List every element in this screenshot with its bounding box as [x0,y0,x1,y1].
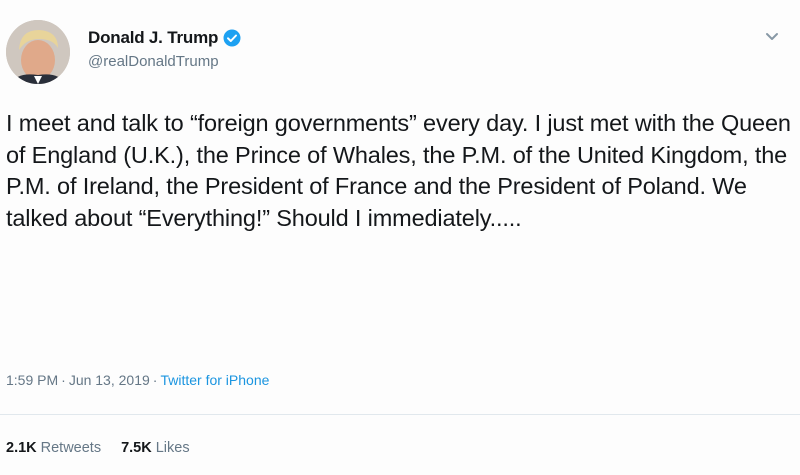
user-handle[interactable]: @realDonaldTrump [88,53,219,70]
likes-count: 7.5K [121,440,152,456]
tweet-card: Donald J. Trump @realDonaldTrump I meet … [0,0,800,475]
tweet-stats: 2.1K Retweets 7.5K Likes [6,440,210,456]
meta-separator: · [61,372,66,388]
verified-badge-icon [223,29,241,47]
likes-label: Likes [155,440,190,456]
retweets-count: 2.1K [6,440,37,456]
name-row: Donald J. Trump [88,28,241,48]
display-name[interactable]: Donald J. Trump [88,28,218,48]
meta-separator: · [152,372,158,388]
avatar[interactable] [6,20,70,84]
chevron-down-icon[interactable] [764,28,780,44]
tweet-source-link[interactable]: Twitter for iPhone [160,372,269,388]
tweet-metadata: 1:59 PM · Jun 13, 2019 · Twitter for iPh… [6,372,269,388]
retweets-label: Retweets [40,440,102,456]
retweets-stat[interactable]: 2.1K Retweets [6,440,101,456]
avatar-image [6,20,70,84]
likes-stat[interactable]: 7.5K Likes [121,440,190,456]
tweet-text: I meet and talk to “foreign governments”… [6,110,791,231]
tweet-date[interactable]: Jun 13, 2019 [69,372,150,388]
tweet-time[interactable]: 1:59 PM [6,372,58,388]
divider [0,414,800,415]
